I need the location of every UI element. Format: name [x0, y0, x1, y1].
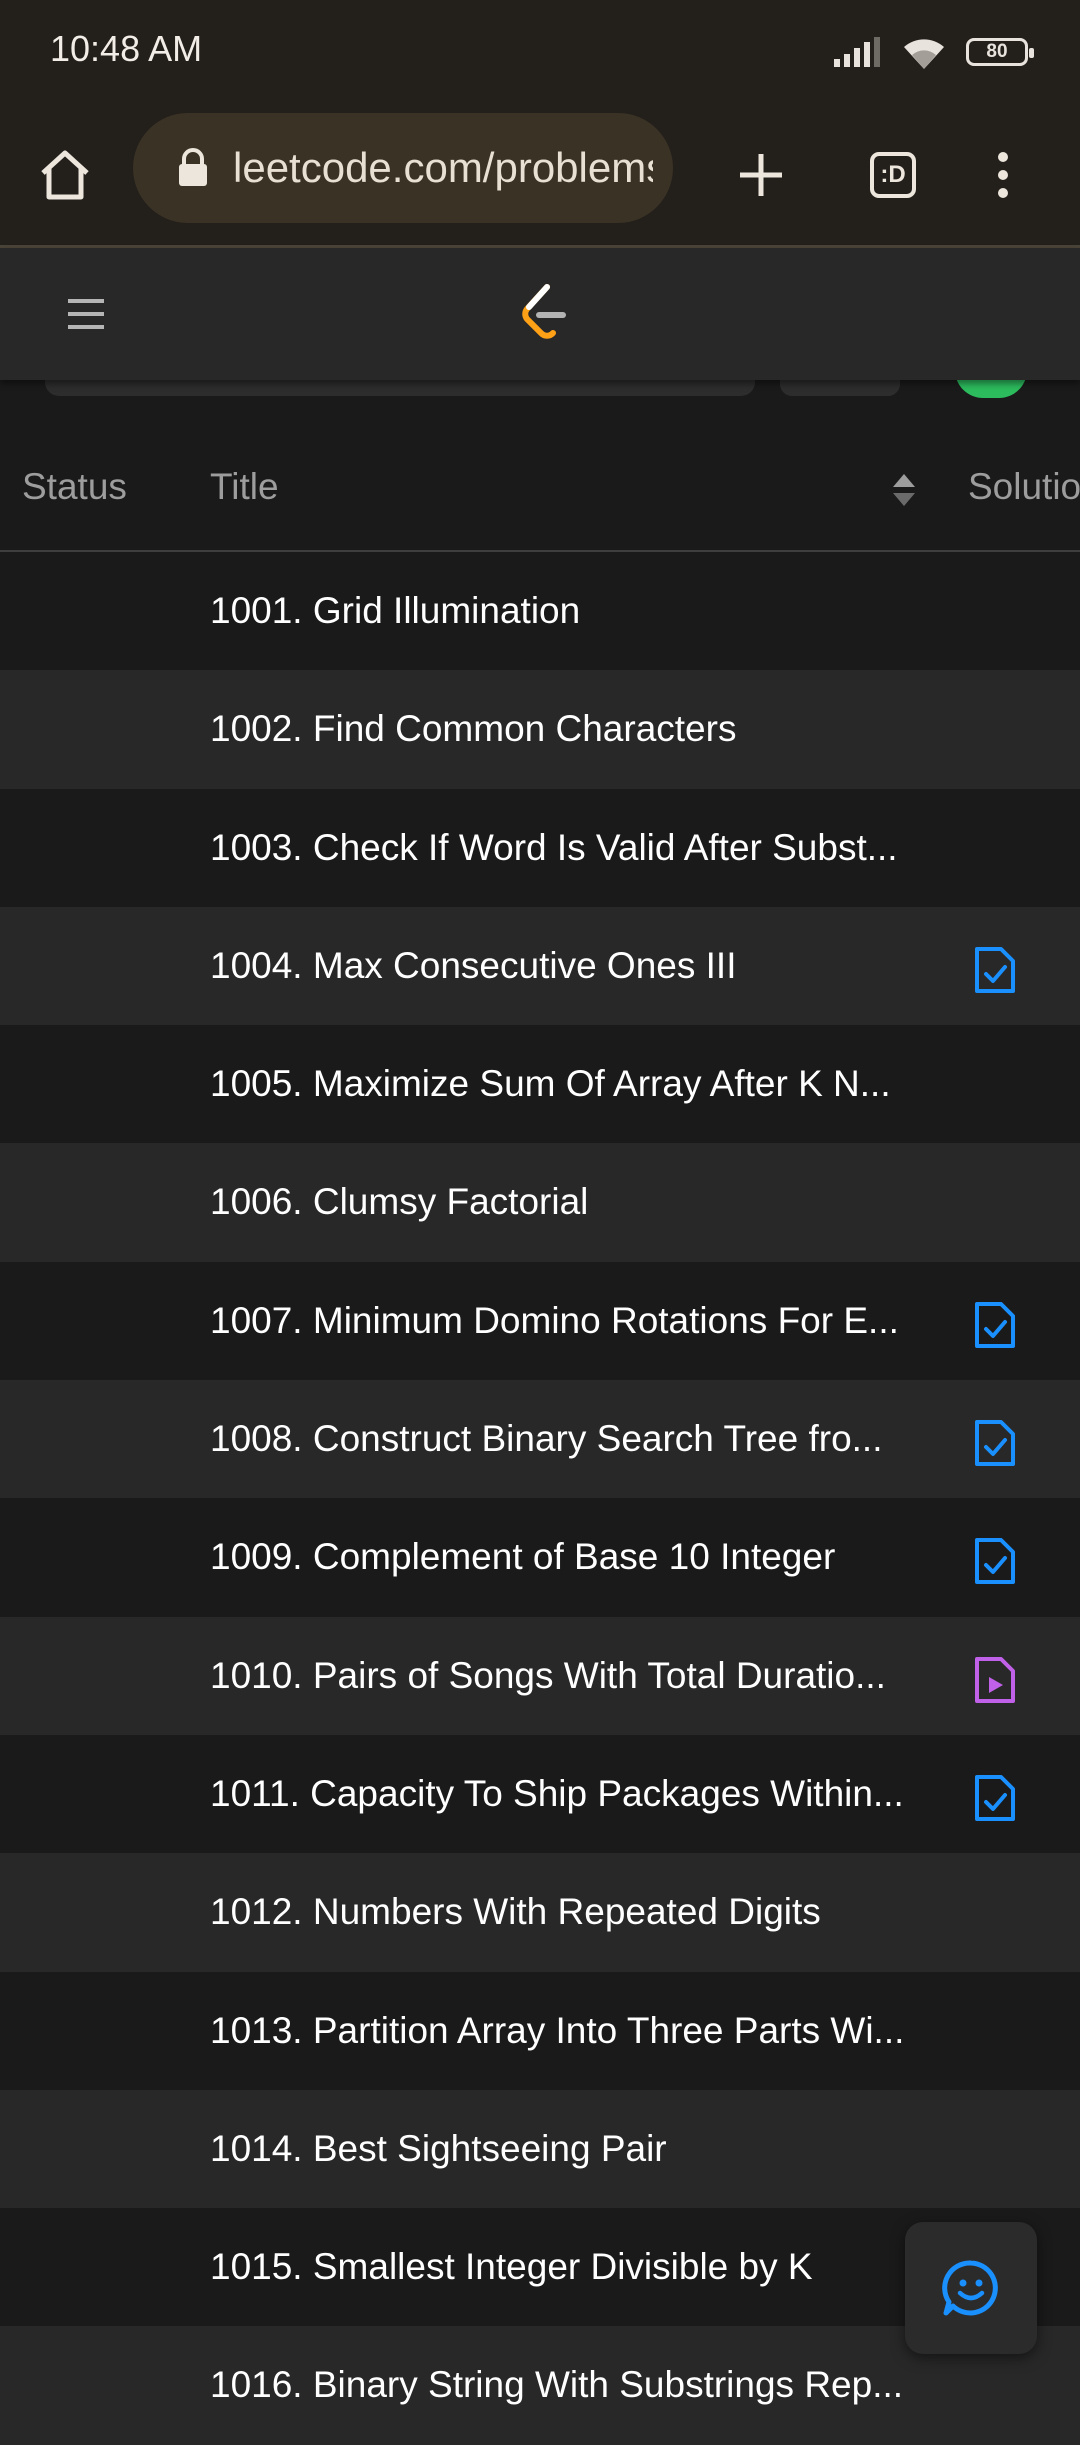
browser-menu-button[interactable] [968, 140, 1038, 210]
feedback-button[interactable] [905, 2222, 1037, 2354]
problem-title-link[interactable]: 1012. Numbers With Repeated Digits [210, 1853, 930, 1971]
new-tab-button[interactable] [726, 140, 796, 210]
table-row[interactable]: 1007. Minimum Domino Rotations For E... [0, 1261, 1080, 1381]
problem-title-link[interactable]: 1016. Binary String With Substrings Rep.… [210, 2326, 930, 2444]
problem-title-link[interactable]: 1014. Best Sightseeing Pair [210, 2090, 930, 2208]
table-header: Status Title Solution [0, 430, 1080, 552]
table-row[interactable]: 1001. Grid Illumination [0, 552, 1080, 671]
problem-title-link[interactable]: 1009. Complement of Base 10 Integer [210, 1498, 930, 1616]
problem-title-link[interactable]: 1002. Find Common Characters [210, 670, 930, 788]
table-row[interactable]: 1006. Clumsy Factorial [0, 1143, 1080, 1262]
problem-title-link[interactable]: 1013. Partition Array Into Three Parts W… [210, 1972, 930, 2090]
url-bar[interactable]: leetcode.com/problems [133, 113, 673, 223]
battery-icon: 80 [966, 38, 1034, 66]
tabs-count: :D [870, 152, 916, 198]
problem-title-link[interactable]: 1008. Construct Binary Search Tree fro..… [210, 1380, 930, 1498]
wifi-icon [904, 39, 944, 69]
table-row[interactable]: 1012. Numbers With Repeated Digits [0, 1853, 1080, 1972]
problem-title-link[interactable]: 1007. Minimum Domino Rotations For E... [210, 1262, 930, 1380]
table-row[interactable]: 1011. Capacity To Ship Packages Within..… [0, 1734, 1080, 1854]
lock-icon [179, 148, 207, 186]
problem-title-link[interactable]: 1003. Check If Word Is Valid After Subst… [210, 789, 930, 907]
home-icon [41, 150, 89, 200]
sort-icon[interactable] [890, 470, 918, 510]
table-row[interactable]: 1008. Construct Binary Search Tree fro..… [0, 1380, 1080, 1499]
table-row[interactable]: 1013. Partition Array Into Three Parts W… [0, 1971, 1080, 2090]
problem-title-link[interactable]: 1006. Clumsy Factorial [210, 1143, 930, 1261]
chat-smile-icon [942, 2260, 998, 2316]
column-header-title[interactable]: Title [210, 466, 279, 508]
site-header [0, 248, 1080, 380]
solution-article-icon[interactable] [973, 1773, 1017, 1823]
menu-icon [68, 299, 104, 329]
problem-title-link[interactable]: 1015. Smallest Integer Divisible by K [210, 2208, 930, 2326]
table-row[interactable]: 1005. Maximize Sum Of Array After K N... [0, 1025, 1080, 1144]
more-vert-icon [998, 152, 1008, 198]
table-row[interactable]: 1004. Max Consecutive Ones III [0, 906, 1080, 1026]
column-header-solution[interactable]: Solution [968, 466, 1080, 508]
table-row[interactable]: 1002. Find Common Characters [0, 670, 1080, 789]
table-row[interactable]: 1014. Best Sightseeing Pair [0, 2089, 1080, 2209]
url-text: leetcode.com/problems [233, 144, 653, 191]
hamburger-menu-button[interactable] [60, 288, 112, 340]
column-header-status[interactable]: Status [22, 466, 127, 508]
problem-title-link[interactable]: 1011. Capacity To Ship Packages Within..… [210, 1735, 930, 1853]
table-row[interactable]: 1010. Pairs of Songs With Total Duratio.… [0, 1616, 1080, 1735]
home-button[interactable] [30, 140, 100, 210]
problem-list: 1001. Grid Illumination 1002. Find Commo… [0, 552, 1080, 2445]
problem-title-link[interactable]: 1004. Max Consecutive Ones III [210, 907, 930, 1025]
tab-switcher-button[interactable]: :D [858, 140, 928, 210]
problem-title-link[interactable]: 1010. Pairs of Songs With Total Duratio.… [210, 1617, 930, 1735]
leetcode-logo-icon[interactable] [515, 283, 575, 345]
status-bar: 10:48 AM 80 [0, 0, 1080, 105]
solution-article-icon[interactable] [973, 1536, 1017, 1586]
table-row[interactable]: 1009. Complement of Base 10 Integer [0, 1498, 1080, 1617]
status-icons: 80 [834, 30, 1034, 74]
status-time: 10:48 AM [50, 28, 203, 69]
signal-icon [834, 37, 880, 67]
table-row[interactable]: 1003. Check If Word Is Valid After Subst… [0, 788, 1080, 907]
solution-article-icon[interactable] [973, 1300, 1017, 1350]
solution-video-icon[interactable] [973, 1655, 1017, 1705]
solution-article-icon[interactable] [973, 945, 1017, 995]
plus-icon [740, 154, 782, 196]
problem-title-link[interactable]: 1005. Maximize Sum Of Array After K N... [210, 1025, 930, 1143]
browser-toolbar: leetcode.com/problems :D [0, 105, 1080, 248]
solution-article-icon[interactable] [973, 1418, 1017, 1468]
problem-title-link[interactable]: 1001. Grid Illumination [210, 552, 930, 670]
